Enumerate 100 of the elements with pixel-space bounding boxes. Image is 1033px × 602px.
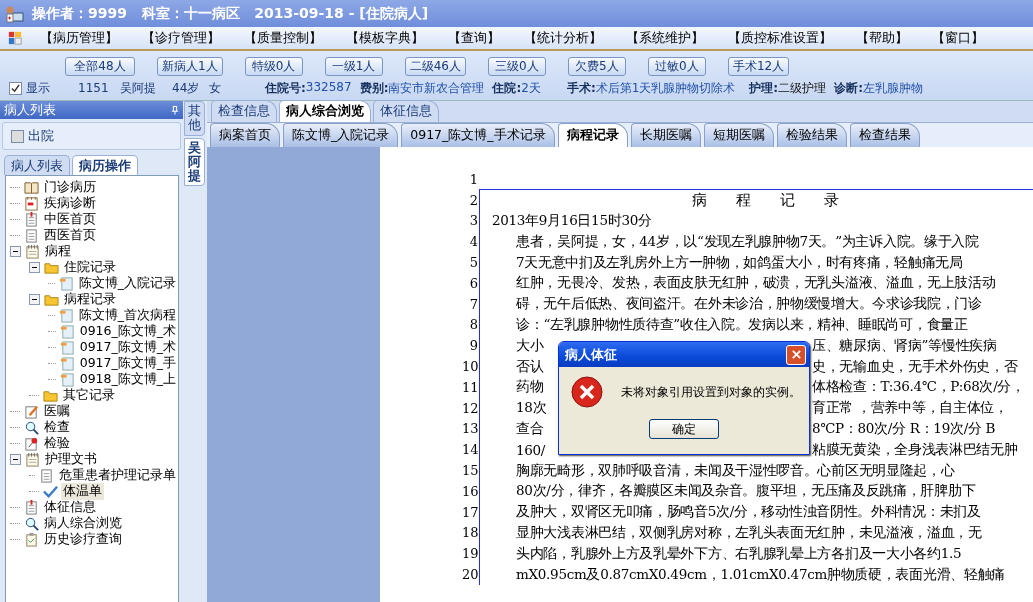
view-tab[interactable]: 病人综合浏览 bbox=[279, 100, 371, 122]
line-number: 10 bbox=[462, 359, 478, 375]
tree-item[interactable]: 中医首页 bbox=[42, 210, 98, 228]
line-number: 12 bbox=[462, 400, 478, 416]
ok-button[interactable]: 确定 bbox=[649, 419, 719, 439]
field-label: 护理: bbox=[749, 79, 779, 97]
line-number: 8 bbox=[468, 317, 478, 333]
filter-button[interactable]: 全部48人 bbox=[65, 57, 135, 76]
file-icon bbox=[59, 339, 75, 355]
document-text: 8℃P：80次/分 R：19次/分 B bbox=[812, 419, 996, 436]
menu-item[interactable]: 【统计分析】 bbox=[524, 29, 602, 47]
document-tab[interactable]: 检查结果 bbox=[849, 123, 920, 147]
field-label: 诊断: bbox=[834, 79, 863, 97]
document-text: 育正常 ，营养中等，自主体位， bbox=[812, 399, 1008, 416]
document-tab[interactable]: 0917_陈文博_手术记录 bbox=[401, 123, 555, 147]
line-number: 6 bbox=[468, 275, 478, 291]
record-date: 2013年9月16日15时30分 bbox=[492, 212, 652, 230]
close-icon bbox=[790, 349, 802, 360]
document-icon bbox=[24, 211, 39, 227]
pin-icon[interactable] bbox=[171, 104, 179, 116]
filter-button[interactable]: 一级1人 bbox=[324, 57, 383, 76]
panel-tab[interactable]: 病人列表 bbox=[4, 155, 70, 175]
side-tab[interactable]: 其他 bbox=[184, 101, 205, 136]
tree-item[interactable]: 历史诊疗查询 bbox=[42, 530, 124, 548]
collapse-icon[interactable] bbox=[10, 453, 21, 465]
menu-item[interactable]: 【帮助】 bbox=[856, 29, 908, 47]
show-checkbox[interactable]: 显示 bbox=[9, 79, 50, 97]
discharged-checkbox[interactable]: 出院 bbox=[11, 127, 54, 145]
window-grid-icon[interactable] bbox=[8, 31, 22, 45]
field-label: 费别: bbox=[359, 79, 389, 97]
view-tab[interactable]: 体征信息 bbox=[373, 100, 439, 122]
collapse-icon[interactable] bbox=[10, 245, 21, 257]
document-icon bbox=[39, 467, 54, 483]
clipboard-icon bbox=[24, 531, 39, 547]
menu-item[interactable]: 【质控标准设置】 bbox=[728, 29, 832, 47]
tree-item[interactable]: 住院记录 bbox=[62, 258, 118, 276]
menu-item[interactable]: 【查询】 bbox=[448, 29, 500, 47]
field-value: 南安市新农合管理 bbox=[388, 79, 485, 97]
magnifier-icon bbox=[24, 515, 39, 531]
tree-item[interactable]: 医嘱 bbox=[42, 402, 72, 420]
tree-item[interactable]: 疾病诊断 bbox=[42, 194, 98, 212]
tree-item[interactable]: 陈文博_入院记录 bbox=[76, 274, 178, 292]
filter-button[interactable]: 新病人1人 bbox=[157, 57, 223, 76]
filter-button[interactable]: 欠费5人 bbox=[567, 57, 626, 76]
panel-tab[interactable]: 病历操作 bbox=[72, 155, 138, 175]
tree-item[interactable]: 体征信息 bbox=[42, 498, 98, 516]
field-value: 术后第1天乳腺肿物切除术 bbox=[595, 79, 736, 97]
document-tab[interactable]: 长期医嘱 bbox=[630, 123, 701, 147]
tree-item[interactable]: 危重患者护理记录单 bbox=[57, 466, 178, 484]
collapse-icon[interactable] bbox=[29, 261, 40, 273]
filter-button[interactable]: 过敏0人 bbox=[647, 57, 706, 76]
document-text: 大小 bbox=[516, 336, 544, 353]
filter-button[interactable]: 二级46人 bbox=[404, 57, 466, 76]
tree-item[interactable]: 病程 bbox=[43, 242, 73, 260]
document-text: 史，无输血史，无手术外伤史，否 bbox=[812, 357, 1018, 374]
document-text: 胸廓无畸形，双肺呼吸音清，未闻及干湿性啰音。心前区无明显隆起，心 bbox=[516, 461, 955, 478]
document-text: 160/ bbox=[516, 441, 546, 458]
document-tab[interactable]: 病案首页 bbox=[210, 123, 280, 147]
menu-item[interactable]: 【模板字典】 bbox=[346, 29, 424, 47]
view-tab[interactable]: 检查信息 bbox=[211, 100, 277, 122]
patient-name: 吴阿提 bbox=[120, 79, 157, 97]
tree-item[interactable]: 陈文博_首次病程 bbox=[76, 306, 178, 324]
line-number: 9 bbox=[468, 338, 478, 354]
menu-item[interactable]: 【质量控制】 bbox=[244, 29, 322, 47]
tree-item[interactable]: 体温单 bbox=[61, 482, 104, 500]
tree-item[interactable]: 护理文书 bbox=[43, 450, 99, 468]
menu-item[interactable]: 【窗口】 bbox=[932, 29, 984, 47]
filter-button[interactable]: 三级0人 bbox=[487, 57, 546, 76]
side-tab[interactable]: 吴阿提 bbox=[184, 137, 205, 187]
tree-item[interactable]: 检验 bbox=[42, 434, 72, 452]
document-text: 患者，吴阿提，女，44岁，以“发现左乳腺肿物7天。”为主诉入院。缘于入院 bbox=[516, 232, 979, 249]
menu-item[interactable]: 【系统维护】 bbox=[626, 29, 704, 47]
tree-item[interactable]: 0918_陈文博_上 bbox=[77, 370, 178, 388]
tree-item[interactable]: 0917_陈文博_手 bbox=[77, 354, 178, 372]
filter-button[interactable]: 特级0人 bbox=[244, 57, 303, 76]
tree-item[interactable]: 其它记录 bbox=[61, 386, 117, 404]
tree-item[interactable]: 西医首页 bbox=[42, 226, 98, 244]
tree-item[interactable]: 病程记录 bbox=[62, 290, 118, 308]
close-button[interactable] bbox=[786, 344, 806, 365]
document-tab[interactable]: 检验结果 bbox=[776, 123, 847, 147]
field-label: 住院号: bbox=[265, 79, 306, 97]
menu-item[interactable]: 【病历管理】 bbox=[40, 29, 118, 47]
document-text: 18次 bbox=[516, 399, 547, 416]
tree-item[interactable]: 检查 bbox=[42, 418, 72, 436]
tree-item[interactable]: 0917_陈文博_术 bbox=[77, 338, 178, 356]
collapse-icon[interactable] bbox=[29, 293, 40, 305]
line-number: 7 bbox=[468, 296, 478, 312]
file-icon bbox=[59, 371, 75, 387]
tree-item[interactable]: 0916_陈文博_术 bbox=[77, 322, 178, 340]
tree-item[interactable]: 门诊病历 bbox=[42, 178, 98, 196]
dialog-title: 病人体征 bbox=[565, 345, 617, 364]
menu-item[interactable]: 【诊疗管理】 bbox=[142, 29, 220, 47]
notepad-icon bbox=[25, 451, 40, 467]
error-icon bbox=[571, 376, 603, 408]
filter-button[interactable]: 手术12人 bbox=[727, 57, 790, 76]
file-icon bbox=[58, 275, 74, 291]
document-tab[interactable]: 陈文博_入院记录 bbox=[283, 123, 399, 147]
tree-item[interactable]: 病人综合浏览 bbox=[42, 514, 124, 532]
document-tab[interactable]: 病程记录 bbox=[557, 123, 628, 147]
document-tab[interactable]: 短期医嘱 bbox=[703, 123, 774, 147]
